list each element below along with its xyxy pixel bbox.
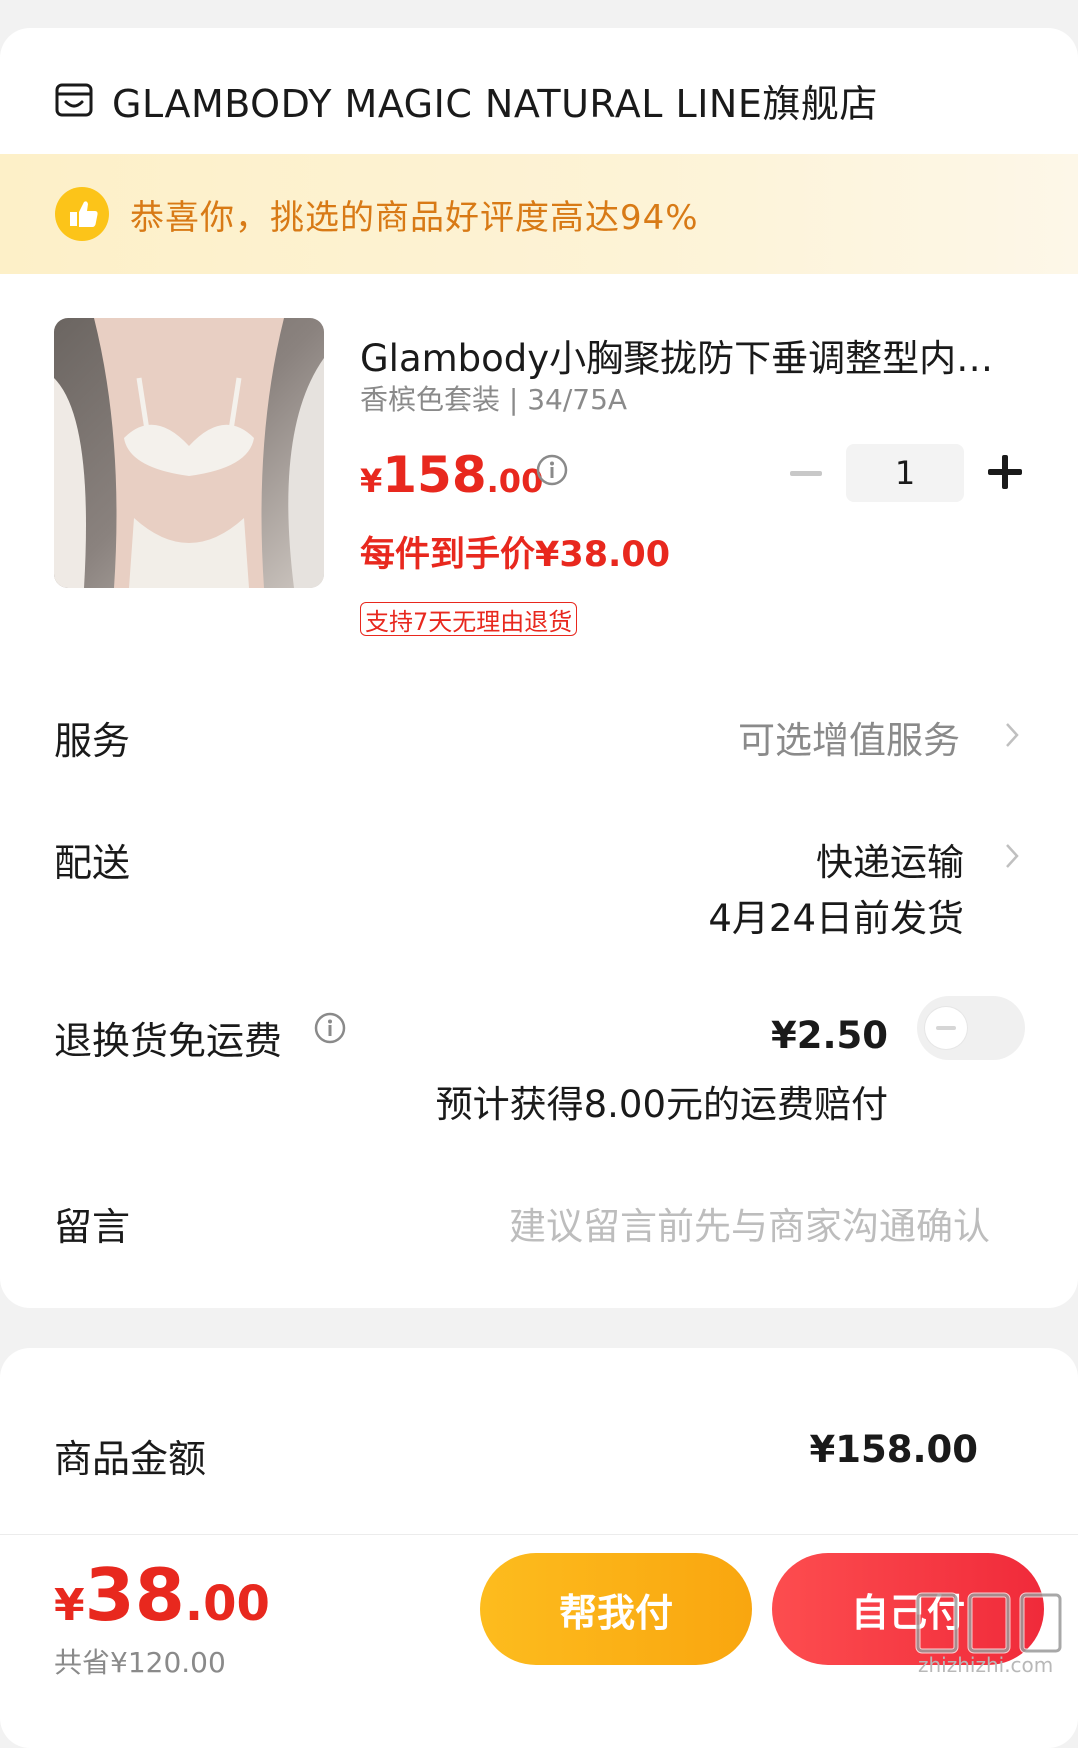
order-card: GLAMBODY MAGIC NATURAL LINE旗舰店 恭喜你，挑选的商品… bbox=[0, 28, 1078, 1308]
product-price: ¥158.00 bbox=[360, 446, 543, 504]
service-label: 服务 bbox=[54, 719, 131, 763]
total-integer: 38 bbox=[84, 1553, 185, 1637]
goods-amount-value: ¥158.00 bbox=[809, 1428, 978, 1471]
quantity-increase-button[interactable] bbox=[988, 455, 1022, 489]
return-insurance-note: 预计获得8.00元的运费赔付 bbox=[435, 1083, 888, 1126]
chevron-right-icon[interactable] bbox=[1004, 842, 1020, 870]
toggle-knob bbox=[925, 1007, 967, 1049]
store-name: GLAMBODY MAGIC NATURAL LINE旗舰店 bbox=[112, 81, 878, 126]
delivery-label: 配送 bbox=[54, 841, 131, 885]
product-title[interactable]: Glambody小胸聚拢防下垂调整型内… bbox=[360, 328, 1020, 382]
quantity-decrease-button[interactable] bbox=[790, 471, 822, 476]
message-label: 留言 bbox=[54, 1205, 131, 1249]
store-icon bbox=[55, 83, 93, 117]
goods-amount-label: 商品金额 bbox=[54, 1437, 207, 1481]
product-spec[interactable]: 香槟色套装 | 34/75A bbox=[360, 378, 627, 418]
checkout-bar: ¥38.00 共省¥120.00 帮我付 自己付 zhizhizhi.com bbox=[0, 1534, 1078, 1687]
info-icon[interactable] bbox=[536, 454, 568, 486]
chevron-right-icon[interactable] bbox=[1004, 721, 1020, 749]
return-policy-badge: 支持7天无理由退货 bbox=[360, 602, 578, 636]
message-input[interactable]: 建议留言前先与商家沟通确认 bbox=[509, 1196, 990, 1250]
product-image[interactable] bbox=[54, 318, 324, 588]
help-pay-button[interactable]: 帮我付 bbox=[480, 1553, 752, 1665]
info-icon[interactable] bbox=[314, 1012, 346, 1044]
price-integer: 158 bbox=[382, 446, 487, 504]
delivery-ship-date: 4月24日前发货 bbox=[708, 897, 964, 940]
return-insurance-label: 退换货免运费 bbox=[54, 1019, 283, 1063]
quantity-input[interactable]: 1 bbox=[846, 444, 964, 502]
total-price: ¥38.00 bbox=[54, 1553, 270, 1637]
unit-final-price: 每件到手价¥38.00 bbox=[360, 535, 671, 575]
total-decimal: .00 bbox=[184, 1576, 270, 1632]
service-value[interactable]: 可选增值服务 bbox=[738, 710, 960, 764]
store-header[interactable]: GLAMBODY MAGIC NATURAL LINE旗舰店 bbox=[54, 70, 878, 130]
thumbs-up-icon bbox=[55, 187, 109, 241]
price-currency: ¥ bbox=[360, 462, 383, 500]
price-decimal: .00 bbox=[486, 462, 544, 500]
rating-banner-text: 恭喜你，挑选的商品好评度高达94% bbox=[130, 197, 699, 238]
return-insurance-toggle[interactable] bbox=[917, 996, 1025, 1060]
total-currency: ¥ bbox=[54, 1580, 85, 1631]
rating-banner: 恭喜你，挑选的商品好评度高达94% bbox=[0, 154, 1078, 274]
delivery-method[interactable]: 快递运输 bbox=[816, 832, 964, 886]
return-insurance-price: ¥2.50 bbox=[770, 1014, 888, 1057]
total-saved: 共省¥120.00 bbox=[54, 1646, 226, 1679]
watermark-text: zhizhizhi.com bbox=[918, 1653, 1054, 1677]
